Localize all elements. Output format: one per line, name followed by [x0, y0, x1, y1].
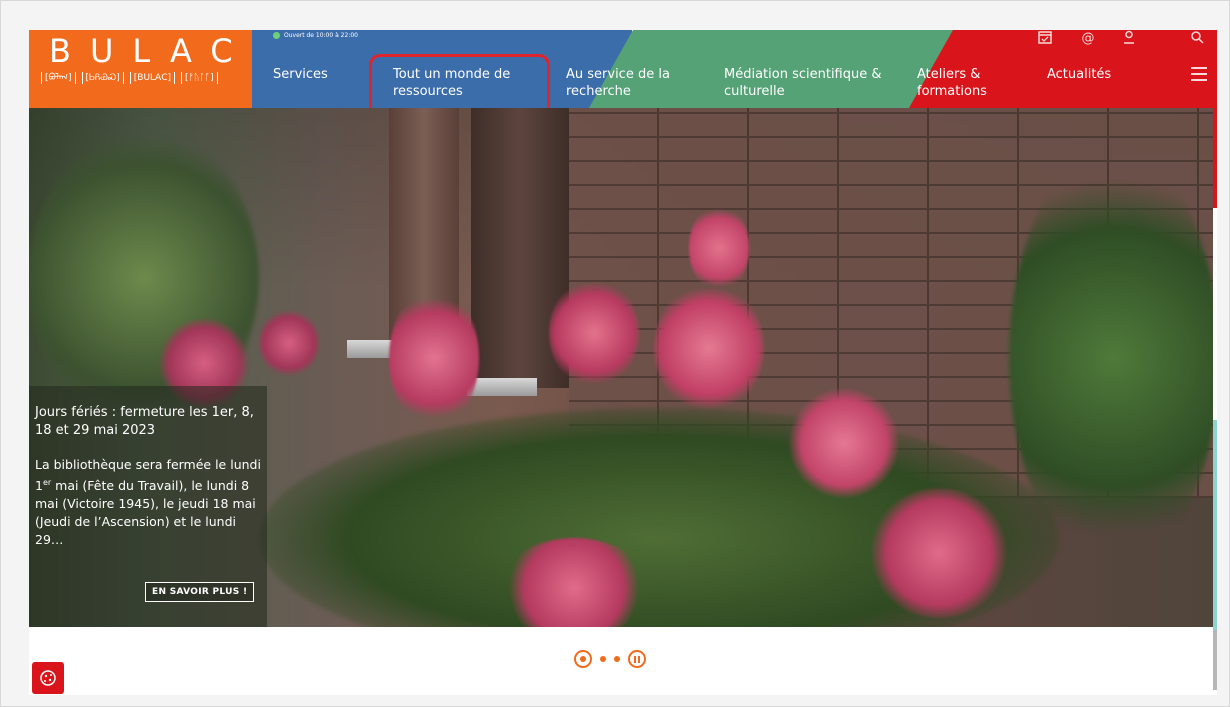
page-edge-stripe	[1213, 108, 1217, 208]
cookie-icon[interactable]	[32, 662, 64, 694]
nav-mediation-label-line2: culturelle	[724, 84, 785, 99]
hero-carousel-slide[interactable]: Jours fériés : fermeture les 1er, 8, 18 …	[29, 108, 1213, 627]
nav-services[interactable]: Services	[273, 66, 328, 83]
nav-ressources[interactable]: Tout un monde de ressources	[393, 66, 510, 100]
news-panel: Jours fériés : fermeture les 1er, 8, 18 …	[29, 386, 267, 627]
page: BULAC [ᠪᠤᠯᠠᠭ] [ᏏᏲᏯᏍ] [ꓐꓴꓡꓮꓚ] [ᚠᚢᛚᚪ] Ouve…	[29, 30, 1217, 695]
logo-script-1: [ᠪᠤᠯᠠᠭ]	[41, 72, 76, 84]
news-title: Jours fériés : fermeture les 1er, 8, 18 …	[35, 405, 254, 438]
nav-recherche-label-line2: recherche	[566, 84, 631, 99]
logo-script-2: [ᏏᏲᏯᏍ]	[81, 72, 124, 84]
hero-photo-ledge	[467, 378, 537, 396]
hero-photo-flower	[869, 488, 1009, 618]
read-more-button[interactable]: EN SAVOIR PLUS !	[145, 582, 255, 602]
hero-photo-flower	[549, 278, 639, 388]
menu-icon[interactable]	[1191, 67, 1207, 81]
site-header: BULAC [ᠪᠤᠯᠠᠭ] [ᏏᏲᏯᏍ] [ꓐꓴꓡꓮꓚ] [ᚠᚢᛚᚪ] Ouve…	[29, 30, 1217, 108]
opening-status: Ouvert de 10:00 à 22:00	[273, 32, 358, 39]
carousel-dot-active[interactable]	[574, 650, 592, 668]
nav-recherche-label-line1: Au service de la	[566, 67, 670, 82]
hero-photo-flower	[259, 308, 319, 378]
page-edge-stripe	[1213, 420, 1217, 630]
nav-services-label: Services	[273, 67, 328, 82]
news-body-sup: er	[42, 478, 52, 487]
logo-script-3: [ꓐꓴꓡꓮꓚ]	[129, 72, 176, 84]
scrollbar-thumb[interactable]	[1213, 630, 1217, 690]
nav-ateliers-label-line2: formations	[917, 84, 987, 99]
nav-ateliers-label-line1: Ateliers &	[917, 67, 981, 82]
at-icon[interactable]: @	[1078, 30, 1098, 48]
carousel-controls	[574, 650, 646, 668]
logo[interactable]: BULAC [ᠪᠤᠯᠠᠭ] [ᏏᏲᏯᏍ] [ꓐꓴꓡꓮꓚ] [ᚠᚢᛚᚪ]	[29, 30, 252, 108]
open-status-dot-icon	[273, 32, 280, 39]
hero-photo-flower	[499, 538, 649, 627]
opening-hours-text: Ouvert de 10:00 à 22:00	[284, 32, 358, 39]
hero-photo-flower	[654, 283, 764, 413]
news-body-suffix: mai (Fête du Travail), le lundi 8 mai (V…	[35, 478, 256, 548]
logo-scripts: [ᠪᠤᠯᠠᠭ] [ᏏᏲᏯᏍ] [ꓐꓴꓡꓮꓚ] [ᚠᚢᛚᚪ]	[41, 72, 218, 84]
nav-ressources-label-line2: ressources	[393, 84, 463, 99]
logo-script-4: [ᚠᚢᛚᚪ]	[181, 72, 218, 84]
nav-ateliers[interactable]: Ateliers & formations	[917, 66, 987, 100]
hero-photo-flower	[689, 203, 749, 293]
hero-photo-flower	[389, 288, 479, 428]
logo-text: BULAC	[49, 32, 252, 70]
hero-photo-flower	[789, 388, 899, 498]
nav-ressources-label-line1: Tout un monde de	[393, 67, 511, 82]
pause-icon[interactable]	[628, 650, 646, 668]
calendar-icon[interactable]	[1035, 30, 1055, 48]
user-icon[interactable]	[1119, 30, 1139, 48]
nav-mediation[interactable]: Médiation scientifique & culturelle	[724, 66, 882, 100]
nav-actualites[interactable]: Actualités	[1047, 66, 1111, 83]
nav-recherche[interactable]: Au service de la recherche	[566, 66, 670, 100]
carousel-dot[interactable]	[600, 656, 606, 662]
nav-actualites-label: Actualités	[1047, 67, 1112, 82]
news-body: La bibliothèque sera fermée le lundi 1er…	[35, 456, 261, 549]
search-icon[interactable]	[1187, 30, 1207, 48]
carousel-dot[interactable]	[614, 656, 620, 662]
nav-mediation-label-line1: Médiation scientifique &	[724, 67, 882, 82]
